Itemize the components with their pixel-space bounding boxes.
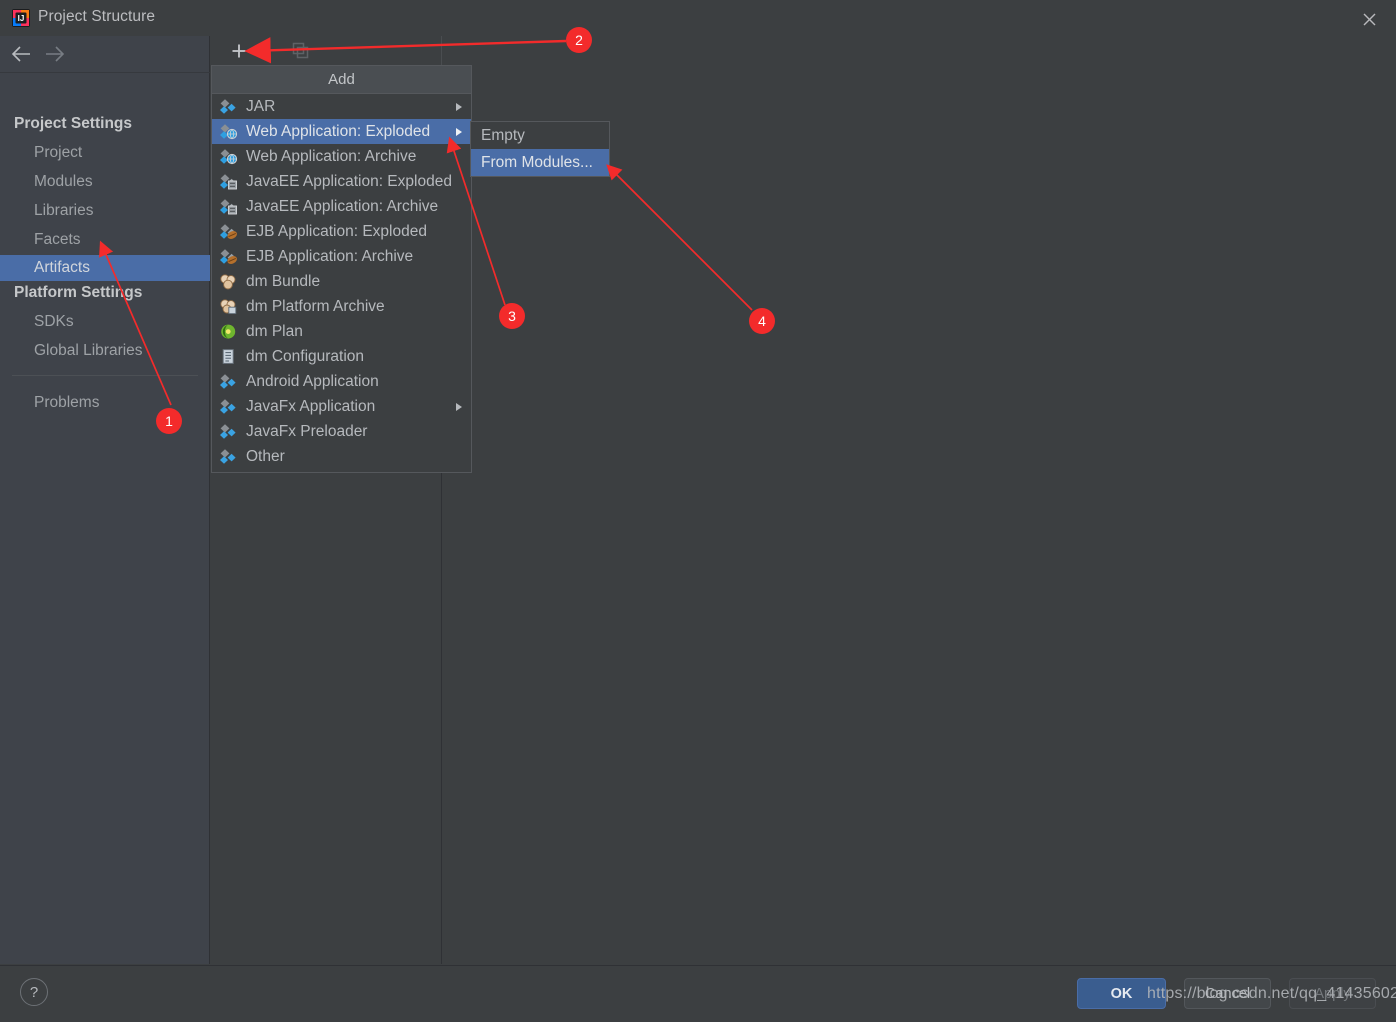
copy-icon: [292, 42, 310, 60]
intellij-idea-icon: IJ: [12, 9, 30, 27]
web-exploded-submenu: Empty From Modules...: [470, 121, 610, 177]
add-menu-item-label: dm Platform Archive: [246, 297, 385, 315]
sidebar-group-platform-settings: Platform Settings: [14, 284, 143, 301]
plus-icon[interactable]: [228, 40, 250, 62]
add-menu-item-label: JavaFx Application: [246, 397, 376, 415]
web-exploded-icon: [219, 123, 238, 140]
add-menu-item-label: Web Application: Archive: [246, 147, 417, 165]
close-icon[interactable]: [1356, 6, 1382, 32]
add-menu-item-label: EJB Application: Exploded: [246, 222, 427, 240]
add-menu-item-label: Other: [246, 447, 285, 465]
sidebar-item-artifacts[interactable]: Artifacts: [0, 255, 210, 281]
submenu-item-from-modules[interactable]: From Modules...: [471, 149, 609, 176]
add-menu-item-label: Web Application: Exploded: [246, 122, 431, 140]
sidebar-item-sdks[interactable]: SDKs: [0, 309, 210, 335]
android-app-icon: [219, 373, 238, 390]
add-menu-item-label: dm Bundle: [246, 272, 321, 290]
submenu-item-empty[interactable]: Empty: [471, 122, 609, 149]
javafx-preloader-icon: [219, 423, 238, 440]
ejb-archive-icon: [219, 248, 238, 265]
window-title: Project Structure: [38, 8, 156, 25]
sidebar-item-libraries[interactable]: Libraries: [0, 198, 210, 224]
add-menu-item-android-application[interactable]: Android Application: [212, 369, 471, 394]
arrow-right-icon: [42, 43, 66, 65]
ejb-exploded-icon: [219, 223, 238, 240]
sidebar-item-global-libraries[interactable]: Global Libraries: [0, 338, 210, 364]
svg-text:IJ: IJ: [18, 14, 25, 23]
javaee-exploded-icon: [219, 173, 238, 190]
add-menu-item-jar[interactable]: JAR: [212, 94, 471, 119]
add-menu-item-label: JavaFx Preloader: [246, 422, 368, 440]
sidebar-item-modules[interactable]: Modules: [0, 169, 210, 195]
sidebar-top-divider: [0, 72, 210, 73]
add-menu-header: Add: [212, 66, 471, 94]
annotation-marker-2: 2: [566, 27, 592, 53]
web-archive-icon: [219, 148, 238, 165]
navigation-buttons: [0, 36, 210, 72]
add-menu-item-label: JavaEE Application: Archive: [246, 197, 439, 215]
add-menu-item-dm-configuration[interactable]: dm Configuration: [212, 344, 471, 369]
sidebar-divider: [12, 375, 198, 376]
javafx-app-icon: [219, 398, 238, 415]
dm-bundle-icon: [219, 273, 238, 290]
add-menu-item-ejb-application-archive[interactable]: EJB Application: Archive: [212, 244, 471, 269]
add-menu-item-dm-platform-archive[interactable]: dm Platform Archive: [212, 294, 471, 319]
help-button[interactable]: ?: [20, 978, 48, 1006]
add-artifact-menu: Add JAR Web Application: Exploded Web Appl…: [211, 65, 472, 473]
watermark-text: https://blog.csdn.net/qq_41435602: [1147, 985, 1396, 1002]
annotation-marker-4: 4: [749, 308, 775, 334]
javaee-archive-icon: [219, 198, 238, 215]
add-menu-item-label: JAR: [246, 97, 276, 115]
sidebar-item-facets[interactable]: Facets: [0, 227, 210, 253]
add-menu-item-web-application-exploded[interactable]: Web Application: Exploded: [212, 119, 471, 144]
arrow-left-icon[interactable]: [10, 43, 34, 65]
jar-icon: [219, 98, 238, 115]
add-menu-item-javafx-preloader[interactable]: JavaFx Preloader: [212, 419, 471, 444]
add-menu-item-ejb-application-exploded[interactable]: EJB Application: Exploded: [212, 219, 471, 244]
add-menu-item-web-application-archive[interactable]: Web Application: Archive: [212, 144, 471, 169]
artifacts-toolbar: [211, 36, 442, 66]
dm-plan-icon: [219, 323, 238, 340]
toolbar-divider: [441, 36, 442, 66]
add-menu-item-label: dm Plan: [246, 322, 303, 340]
project-structure-dialog: IJ Project Structure Project Settings Pr…: [0, 0, 1396, 1022]
add-menu-item-javafx-application[interactable]: JavaFx Application: [212, 394, 471, 419]
chevron-right-icon: [456, 102, 462, 111]
add-menu-list: JAR Web Application: Exploded Web Applicat…: [212, 94, 471, 469]
dm-config-icon: [219, 348, 238, 365]
add-menu-item-other[interactable]: Other: [212, 444, 471, 469]
chevron-right-icon: [456, 127, 462, 136]
chevron-right-icon: [456, 402, 462, 411]
add-menu-item-javaee-application-exploded[interactable]: JavaEE Application: Exploded: [212, 169, 471, 194]
add-menu-item-dm-bundle[interactable]: dm Bundle: [212, 269, 471, 294]
add-menu-item-label: JavaEE Application: Exploded: [246, 172, 452, 190]
other-icon: [219, 448, 238, 465]
settings-sidebar: Project Settings Project Modules Librari…: [0, 36, 210, 964]
annotation-marker-3: 3: [499, 303, 525, 329]
sidebar-group-project-settings: Project Settings: [14, 115, 132, 132]
dm-platform-icon: [219, 298, 238, 315]
add-menu-item-label: dm Configuration: [246, 347, 365, 365]
sidebar-item-project[interactable]: Project: [0, 140, 210, 166]
add-menu-item-javaee-application-archive[interactable]: JavaEE Application: Archive: [212, 194, 471, 219]
add-menu-item-label: EJB Application: Archive: [246, 247, 414, 265]
annotation-marker-1: 1: [156, 408, 182, 434]
add-menu-item-dm-plan[interactable]: dm Plan: [212, 319, 471, 344]
title-bar: IJ Project Structure: [0, 0, 1396, 36]
add-menu-item-label: Android Application: [246, 372, 379, 390]
